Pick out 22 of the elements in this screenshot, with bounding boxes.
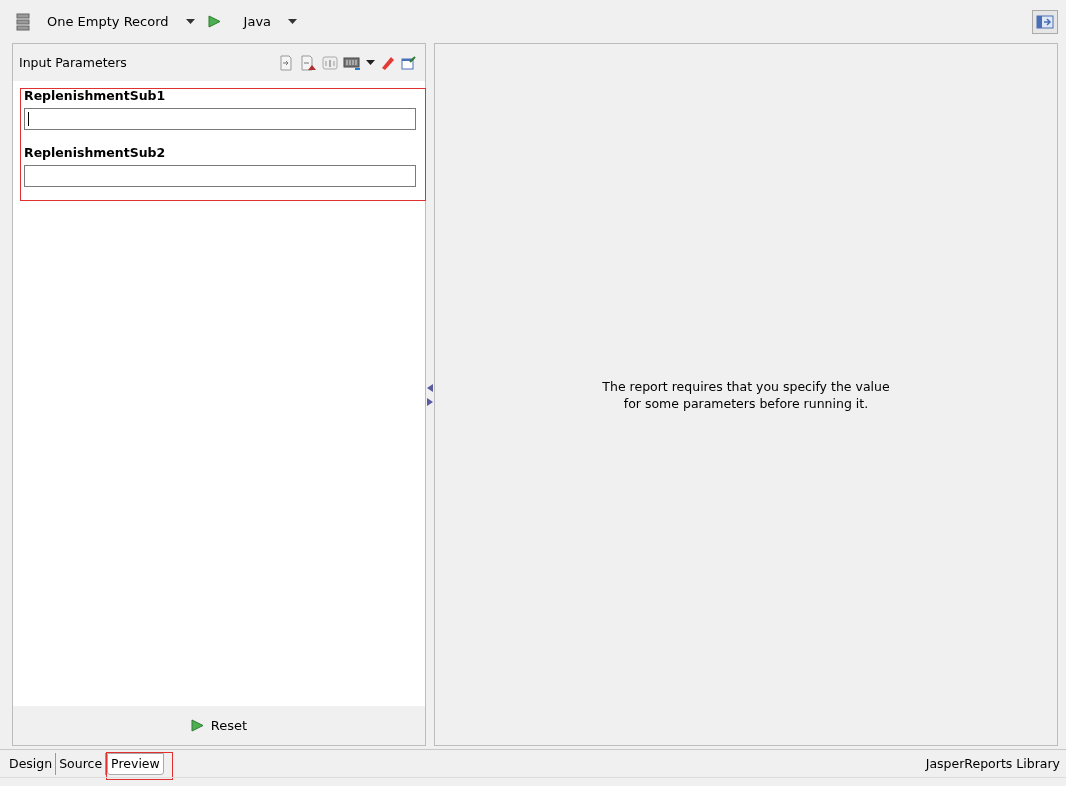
play-icon: [190, 719, 204, 732]
status-text: JasperReports Library: [925, 756, 1060, 771]
layout-toggle-button[interactable]: [1032, 9, 1058, 34]
caret-icon[interactable]: [185, 19, 195, 24]
input-field[interactable]: [24, 108, 416, 130]
editor-tab[interactable]: Preview: [107, 752, 164, 775]
caret-icon[interactable]: [366, 60, 375, 65]
document-icon[interactable]: [299, 54, 317, 71]
data-adapter-dropdown[interactable]: One Empty Record: [39, 14, 177, 29]
run-icon[interactable]: [207, 15, 221, 28]
preview-message: The report requires that you specify the value for some parameters before running it.: [602, 377, 890, 412]
field-label: ReplenishmentSub2: [24, 146, 167, 162]
caret-icon[interactable]: [288, 19, 298, 24]
language-dropdown[interactable]: Java: [229, 14, 280, 29]
editor-tab[interactable]: Source: [56, 752, 107, 775]
keyboard-icon[interactable]: [343, 54, 361, 71]
database-icon: [16, 12, 30, 31]
field-label: ReplenishmentSub1: [24, 89, 167, 105]
editor-tab[interactable]: Design: [6, 752, 57, 775]
panel-title: Input Parameters: [19, 55, 127, 70]
input-field[interactable]: [24, 165, 416, 187]
reset-button[interactable]: Reset: [184, 717, 254, 734]
